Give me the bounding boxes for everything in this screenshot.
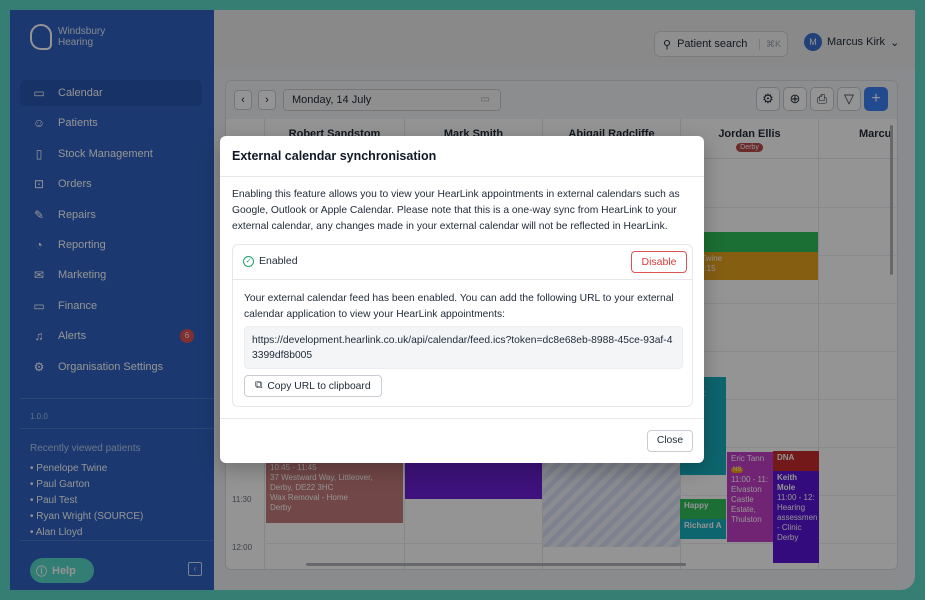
sync-status-card: ✓ Enabled Disable Your external calendar… [232, 244, 693, 407]
external-calendar-sync-dialog: External calendar synchronisation Enabli… [220, 136, 704, 463]
divider [220, 418, 704, 419]
divider [233, 279, 692, 280]
check-circle-icon: ✓ [243, 255, 254, 267]
dialog-description: Enabling this feature allows you to view… [232, 189, 680, 232]
feed-info-text: Your external calendar feed has been ena… [244, 293, 674, 320]
close-button[interactable]: Close [647, 430, 693, 452]
sync-status: ✓ Enabled [243, 255, 298, 267]
divider [220, 176, 704, 177]
copy-url-button[interactable]: ⧉ Copy URL to clipboard [244, 375, 382, 397]
disable-button[interactable]: Disable [631, 251, 687, 273]
status-label: Enabled [259, 255, 298, 267]
copy-icon: ⧉ [255, 380, 263, 391]
dialog-title: External calendar synchronisation [232, 149, 437, 163]
feed-url-field[interactable]: https://development.hearlink.co.uk/api/c… [244, 326, 683, 369]
